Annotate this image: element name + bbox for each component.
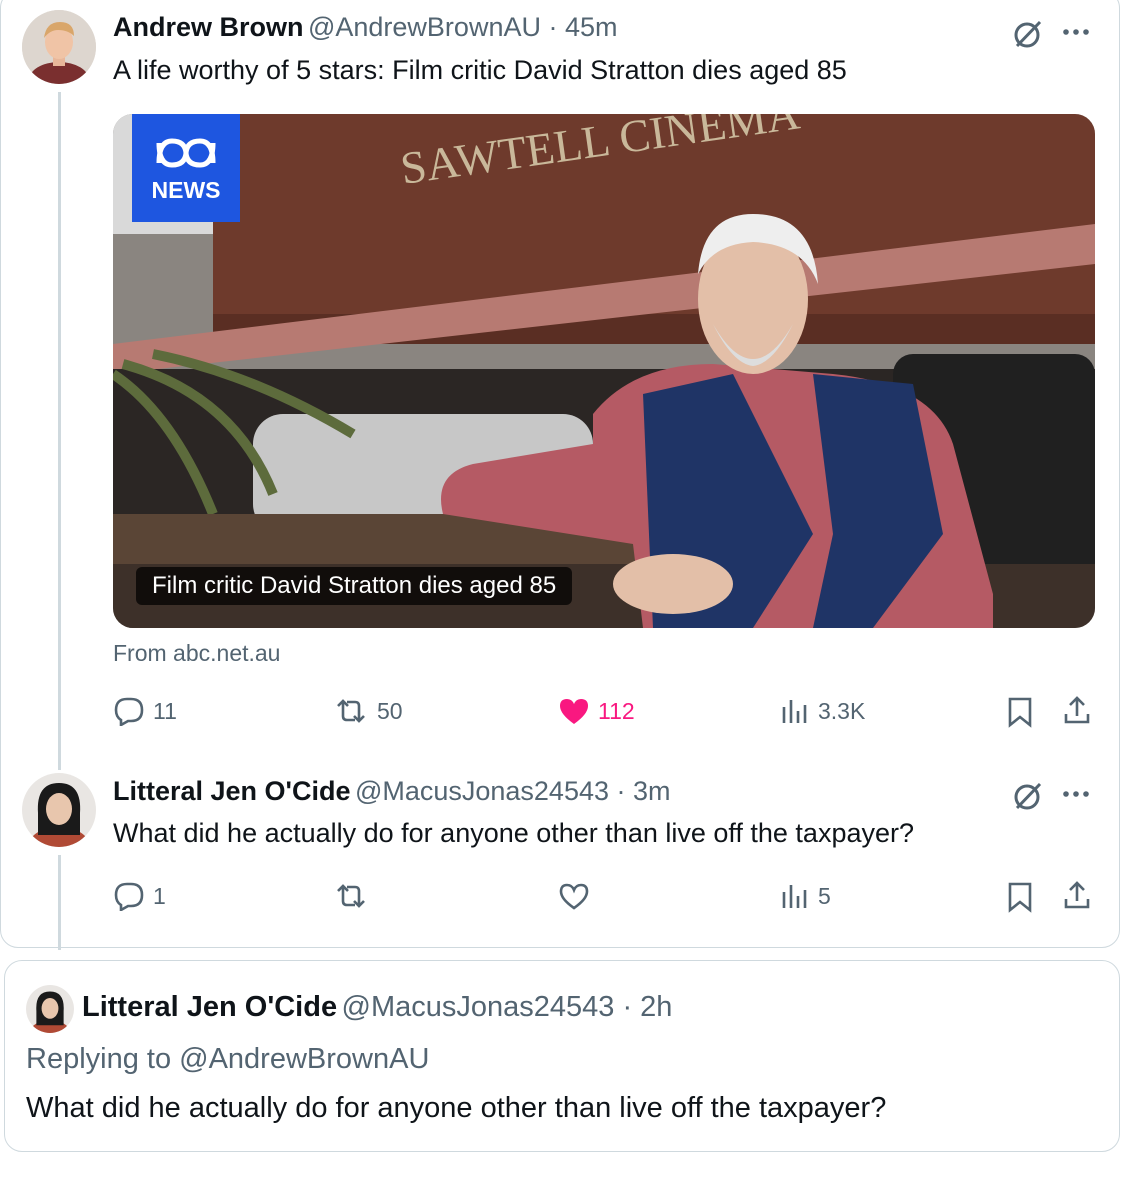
tweet-text: What did he actually do for anyone other… [26, 1092, 887, 1124]
bookmark-icon [1008, 697, 1032, 728]
link-source[interactable]: From abc.net.au [113, 640, 280, 667]
abc-news-logo: NEWS [132, 114, 240, 222]
tweet-header: Andrew Brown @AndrewBrownAU · 45m [113, 12, 617, 43]
views-button[interactable]: 3.3K [780, 696, 865, 726]
thread-connector-line [58, 92, 61, 770]
abc-logo-text: NEWS [151, 176, 221, 203]
tweet-text: What did he actually do for anyone other… [113, 818, 915, 848]
like-button[interactable]: 112 [558, 696, 635, 726]
share-button[interactable] [1062, 879, 1092, 911]
bookmark-button[interactable] [1006, 696, 1034, 728]
repost-button[interactable] [333, 881, 369, 911]
repost-count: 50 [377, 697, 403, 724]
like-count: 112 [598, 697, 635, 724]
view-count: 5 [818, 882, 831, 909]
replying-to[interactable]: Replying to @AndrewBrownAU [26, 1043, 429, 1076]
reply-button[interactable]: 1 [113, 881, 166, 911]
reply-count: 11 [153, 697, 177, 724]
reply-count: 1 [153, 882, 166, 909]
abc-logo-icon [156, 137, 216, 168]
news-photo: SAWTELL CINEMA [113, 114, 1095, 628]
share-icon [1064, 881, 1090, 909]
heart-outline-icon [559, 883, 589, 910]
avatar[interactable] [26, 985, 74, 1033]
link-preview-image[interactable]: SAWTELL CINEMA NEWS [113, 114, 1095, 628]
reply-button[interactable]: 11 [113, 696, 177, 726]
tweet-text: A life worthy of 5 stars: Film critic Da… [113, 55, 847, 85]
author-name[interactable]: Andrew Brown [113, 12, 304, 42]
bookmark-icon [1008, 882, 1032, 913]
grok-icon[interactable] [1012, 18, 1044, 55]
view-count: 3.3K [818, 697, 866, 724]
reply-icon [114, 882, 144, 911]
avatar[interactable] [22, 10, 96, 84]
author-handle-time[interactable]: @MacusJonas24543 · 3m [355, 776, 671, 806]
thread-connector-line [58, 855, 61, 950]
avatar[interactable] [22, 773, 96, 847]
author-handle-time[interactable]: @MacusJonas24543 · 2h [342, 991, 673, 1023]
tweet-header: Litteral Jen O'Cide @MacusJonas24543 · 3… [113, 776, 671, 807]
more-options-icon[interactable] [1060, 22, 1092, 47]
repost-icon [337, 884, 365, 908]
bookmark-button[interactable] [1006, 881, 1034, 913]
like-button[interactable] [558, 881, 590, 911]
media-caption: Film critic David Stratton dies aged 85 [136, 567, 573, 605]
tweet-header: Litteral Jen O'Cide @MacusJonas24543 · 2… [82, 991, 672, 1024]
share-button[interactable] [1062, 694, 1092, 726]
share-icon [1064, 696, 1090, 724]
author-name[interactable]: Litteral Jen O'Cide [82, 991, 337, 1023]
author-name[interactable]: Litteral Jen O'Cide [113, 776, 350, 806]
views-icon [782, 700, 807, 723]
repost-icon [337, 699, 365, 723]
reply-icon [114, 697, 144, 726]
more-options-icon[interactable] [1060, 784, 1092, 809]
heart-filled-icon [560, 699, 588, 724]
repost-button[interactable]: 50 [333, 696, 403, 726]
author-handle-time[interactable]: @AndrewBrownAU · 45m [308, 12, 618, 42]
grok-icon[interactable] [1012, 780, 1044, 817]
views-icon [782, 885, 807, 908]
views-button[interactable]: 5 [780, 881, 831, 911]
